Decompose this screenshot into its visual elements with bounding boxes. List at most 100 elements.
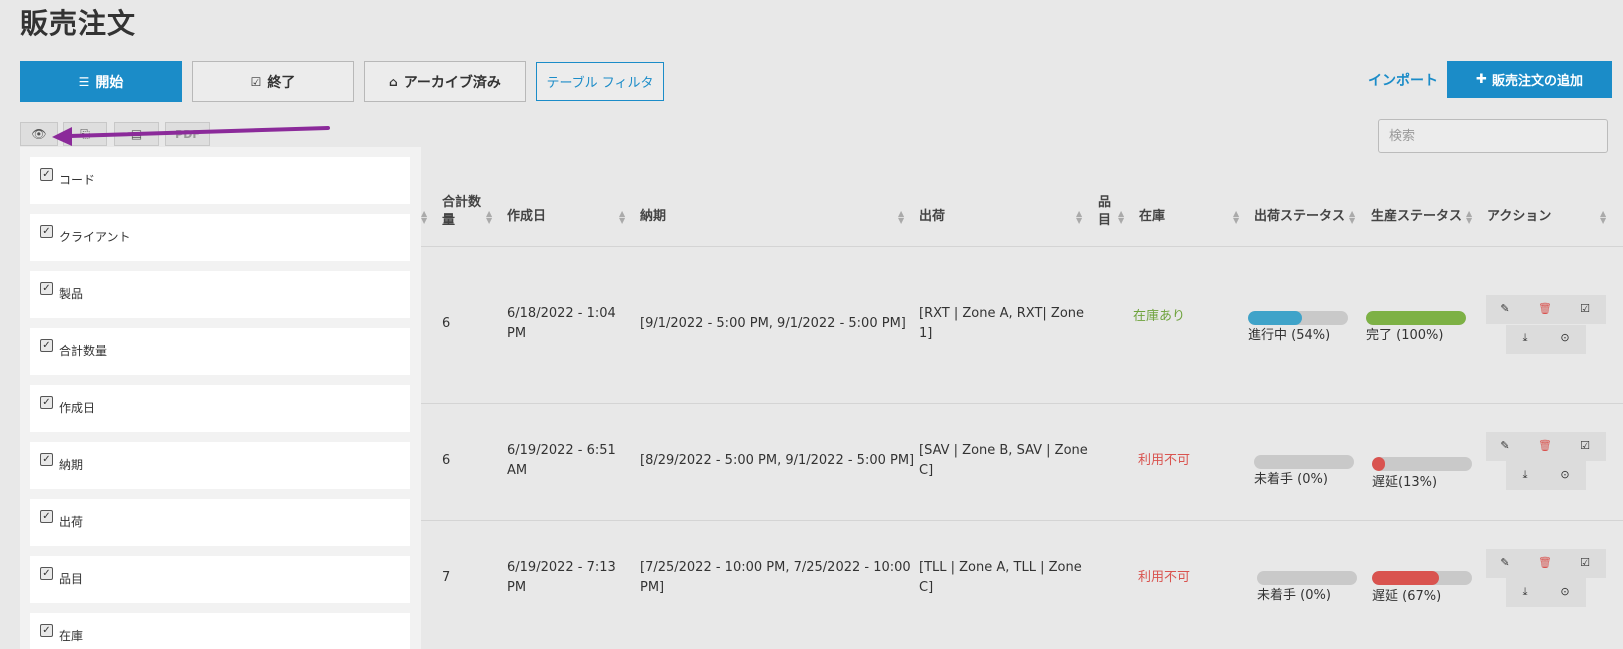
table-filter-button[interactable]: テーブル フィルタ <box>536 62 664 101</box>
check-square-icon: ☑ <box>250 74 262 89</box>
tab-archived[interactable]: ⌂ アーカイブ済み <box>364 61 526 102</box>
header-created[interactable]: 作成日 <box>507 208 546 226</box>
sort-icon[interactable]: ▲ ▼ <box>1233 210 1239 225</box>
prod-progress-fill <box>1372 571 1439 585</box>
page-title: 販売注文 <box>20 7 137 40</box>
header-total-qty[interactable]: 合計数量 <box>442 194 481 230</box>
ship-status-label: 進行中 (54%) <box>1248 328 1331 343</box>
header-divider <box>421 246 1623 247</box>
header-shipping[interactable]: 出荷 <box>919 208 945 226</box>
import-link[interactable]: インポート <box>1368 70 1438 90</box>
cell-stock: 利用不可 <box>1138 570 1191 585</box>
edit-icon[interactable]: ✎ <box>1497 302 1513 315</box>
add-sales-order-label: 販売注文の追加 <box>1491 74 1583 89</box>
header-items-line2: 目 <box>1098 213 1112 228</box>
copy-button[interactable]: ⎘ <box>63 122 107 146</box>
sort-icon[interactable]: ▲ ▼ <box>898 210 904 225</box>
download-icon[interactable]: ⤓ <box>1517 468 1533 482</box>
column-toggle-stock[interactable]: ✓ 在庫 <box>30 613 410 649</box>
column-toggle-client[interactable]: ✓ クライアント <box>30 214 410 261</box>
history-icon[interactable]: ⊙ <box>1557 468 1573 481</box>
checkbox-checked-icon[interactable]: ✓ <box>40 510 53 523</box>
checkbox-checked-icon[interactable]: ✓ <box>40 168 53 181</box>
prod-progress-bar <box>1372 571 1472 585</box>
column-toggle-label: クライアント <box>59 230 131 244</box>
history-icon[interactable]: ⊙ <box>1557 585 1573 598</box>
sort-icon[interactable]: ▲ ▼ <box>1466 210 1472 225</box>
ship-progress-bar <box>1254 455 1354 469</box>
delete-icon[interactable]: 🗑 <box>1537 302 1553 315</box>
prod-progress-fill <box>1366 311 1466 325</box>
header-items[interactable]: 品目 <box>1098 194 1111 230</box>
cell-created: 6/18/2022 - 1:04 PM <box>507 304 616 344</box>
column-toggle-label: 在庫 <box>59 629 84 643</box>
list-icon: ☰ <box>78 74 90 89</box>
column-toggle-created[interactable]: ✓ 作成日 <box>30 385 410 432</box>
eye-icon: 👁 <box>31 127 47 141</box>
copy-icon: ⎘ <box>80 126 90 141</box>
checkbox-checked-icon[interactable]: ✓ <box>40 396 53 409</box>
cell-shipping: [RXT | Zone A, RXT| Zone 1] <box>919 304 1084 344</box>
download-icon[interactable]: ⤓ <box>1517 585 1533 599</box>
column-toggle-label: 納期 <box>59 458 84 472</box>
sort-icon[interactable]: ▲ ▼ <box>421 210 427 225</box>
column-toggle-due[interactable]: ✓ 納期 <box>30 442 410 489</box>
row-divider <box>421 403 1623 404</box>
header-prod-status[interactable]: 生産ステータス <box>1371 208 1462 226</box>
download-icon[interactable]: ⤓ <box>1517 331 1533 345</box>
column-toggle-shipping[interactable]: ✓ 出荷 <box>30 499 410 546</box>
header-ship-status[interactable]: 出荷ステータス <box>1254 208 1345 226</box>
checkbox-checked-icon[interactable]: ✓ <box>40 282 53 295</box>
search-input[interactable] <box>1378 119 1608 153</box>
checkbox-checked-icon[interactable]: ✓ <box>40 225 53 238</box>
complete-icon[interactable]: ☑ <box>1577 556 1593 569</box>
sort-icon[interactable]: ▲ ▼ <box>619 210 625 225</box>
sort-icon[interactable]: ▲ ▼ <box>1118 210 1124 225</box>
tab-open-label: 開始 <box>95 74 124 91</box>
cell-created-line1: 6/19/2022 - 6:51 <box>507 443 616 458</box>
column-toggle-code[interactable]: ✓ コード <box>30 157 410 204</box>
cell-due-line1: [7/25/2022 - 10:00 PM, 7/25/2022 - 10:00 <box>640 560 911 575</box>
checkbox-checked-icon[interactable]: ✓ <box>40 624 53 637</box>
add-sales-order-button[interactable]: ✚ 販売注文の追加 <box>1447 61 1612 98</box>
complete-icon[interactable]: ☑ <box>1577 439 1593 452</box>
sort-icon[interactable]: ▲ ▼ <box>1076 210 1082 225</box>
edit-icon[interactable]: ✎ <box>1497 556 1513 569</box>
cell-created-line1: 6/18/2022 - 1:04 <box>507 306 616 321</box>
history-icon[interactable]: ⊙ <box>1557 331 1573 344</box>
prod-status-label: 完了 (100%) <box>1366 328 1444 343</box>
checkbox-checked-icon[interactable]: ✓ <box>40 453 53 466</box>
column-visibility-button[interactable]: 👁 <box>20 122 58 146</box>
delete-icon[interactable]: 🗑 <box>1537 439 1553 452</box>
cell-created-line2: PM <box>507 580 527 595</box>
sort-icon[interactable]: ▲ ▼ <box>1349 210 1355 225</box>
tab-open[interactable]: ☰ 開始 <box>20 61 182 102</box>
header-stock[interactable]: 在庫 <box>1139 208 1165 226</box>
tab-archived-label: アーカイブ済み <box>403 74 501 91</box>
cell-shipping-line1: [TLL | Zone A, TLL | Zone <box>919 560 1082 575</box>
prod-progress-bar <box>1366 311 1466 325</box>
inbox-icon: ⌂ <box>389 74 398 89</box>
tab-closed[interactable]: ☑ 終了 <box>192 61 354 102</box>
column-toggle-product[interactable]: ✓ 製品 <box>30 271 410 318</box>
checkbox-checked-icon[interactable]: ✓ <box>40 567 53 580</box>
header-qty-line1: 合計数 <box>442 195 482 210</box>
delete-icon[interactable]: 🗑 <box>1537 556 1553 569</box>
cell-due: [7/25/2022 - 10:00 PM, 7/25/2022 - 10:00… <box>640 558 911 598</box>
checkbox-checked-icon[interactable]: ✓ <box>40 339 53 352</box>
column-toggle-label: コード <box>59 173 96 187</box>
sort-icon[interactable]: ▲ ▼ <box>1600 210 1606 225</box>
header-actions: アクション <box>1487 209 1552 224</box>
cell-shipping-line1: [RXT | Zone A, RXT| Zone <box>919 306 1085 321</box>
complete-icon[interactable]: ☑ <box>1577 302 1593 315</box>
sort-icon[interactable]: ▲ ▼ <box>486 210 492 225</box>
cell-shipping: [SAV | Zone B, SAV | Zone C] <box>919 441 1088 481</box>
cell-due-line2: PM] <box>640 580 665 595</box>
column-toggle-items[interactable]: ✓ 品目 <box>30 556 410 603</box>
header-due[interactable]: 納期 <box>640 208 666 226</box>
edit-icon[interactable]: ✎ <box>1497 439 1513 452</box>
column-toggle-total-qty[interactable]: ✓ 合計数量 <box>30 328 410 375</box>
print-button[interactable]: ▤ <box>114 122 159 146</box>
pdf-button[interactable]: PDF <box>165 122 210 146</box>
prod-progress-fill <box>1372 457 1385 471</box>
